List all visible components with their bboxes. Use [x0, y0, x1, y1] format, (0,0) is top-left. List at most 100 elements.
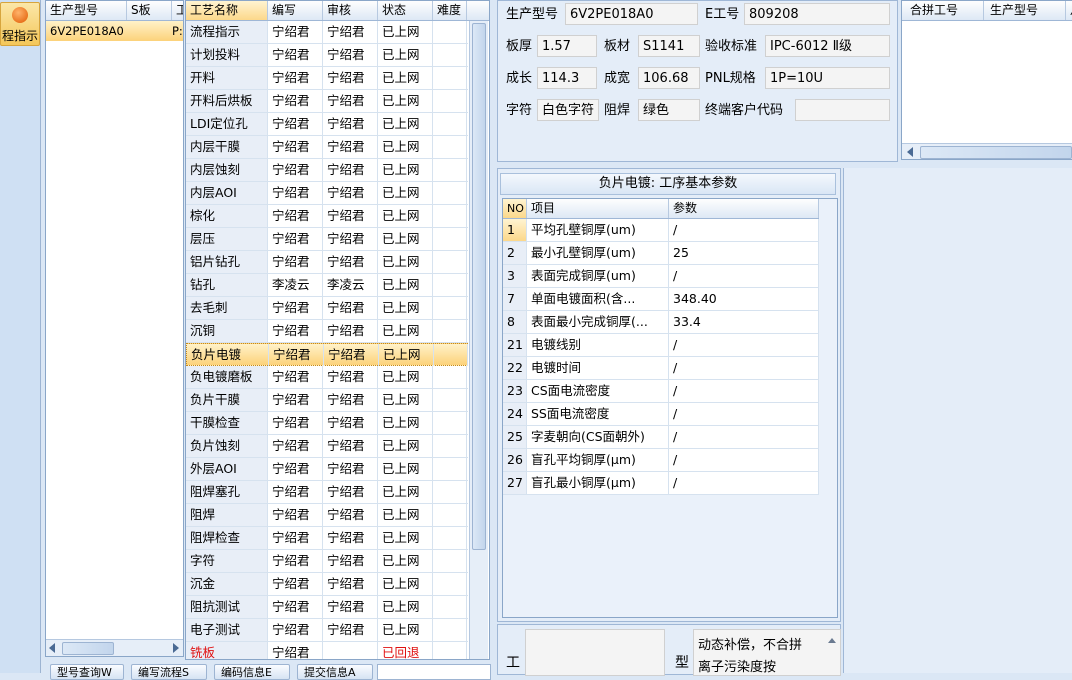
col-status[interactable]: 状态 [378, 1, 433, 20]
process-list-vscroll[interactable] [469, 21, 488, 659]
param-row[interactable]: 3 表面完成铜厚(um) / [503, 265, 819, 288]
process-row[interactable]: 钻孔 李凌云 李凌云 已上网 [186, 274, 468, 297]
process-row[interactable]: 开料后烘板 宁绍君 宁绍君 已上网 [186, 90, 468, 113]
merge-list-hscroll[interactable] [902, 143, 1072, 159]
standard-field[interactable]: IPC-6012 Ⅱ级 [765, 35, 890, 57]
process-row[interactable]: LDI定位孔 宁绍君 宁绍君 已上网 [186, 113, 468, 136]
process-row[interactable]: 干膜检查 宁绍君 宁绍君 已上网 [186, 412, 468, 435]
col-difficulty[interactable]: 难度 [433, 1, 467, 20]
process-cell [433, 228, 467, 250]
scroll-left-icon[interactable] [907, 147, 913, 157]
param-row[interactable]: 7 单面电镀面积(含... 348.40 [503, 288, 819, 311]
model-list-hscroll-thumb[interactable] [62, 642, 114, 655]
col-param[interactable]: 参数 [669, 199, 819, 218]
solder-mask-field[interactable]: 绿色 [638, 99, 700, 121]
col-work[interactable]: 工 [172, 1, 183, 20]
col-author[interactable]: 编写 [268, 1, 323, 20]
col-model[interactable]: 生产型号 [46, 1, 127, 20]
process-row[interactable]: 铝片钻孔 宁绍君 宁绍君 已上网 [186, 251, 468, 274]
process-row[interactable]: 阻焊 宁绍君 宁绍君 已上网 [186, 504, 468, 527]
e-number-field[interactable]: 809208 [744, 3, 890, 25]
process-row[interactable]: 内层干膜 宁绍君 宁绍君 已上网 [186, 136, 468, 159]
process-row[interactable]: 计划投料 宁绍君 宁绍君 已上网 [186, 44, 468, 67]
write-flow-button[interactable]: 编写流程S [131, 664, 207, 680]
model-list-hscroll[interactable] [46, 639, 183, 656]
param-row[interactable]: 2 最小孔壁铜厚(um) 25 [503, 242, 819, 265]
process-cell [433, 297, 467, 319]
process-cell: 外层AOI [186, 458, 268, 480]
col-reviewer[interactable]: 审核 [323, 1, 378, 20]
process-list: 工艺名称 编写 审核 状态 难度 流程指示 宁绍君 宁绍君 已上网 计划投料 宁绍君 宁绍君 已上网 开料… [185, 0, 490, 660]
col-merge-month[interactable]: 月 [1066, 1, 1072, 20]
col-item[interactable]: 项目 [527, 199, 669, 218]
submit-info-button[interactable]: 提交信息A [297, 664, 373, 680]
param-row[interactable]: 26 盲孔平均铜厚(μm) / [503, 449, 819, 472]
col-process-name[interactable]: 工艺名称 [186, 1, 268, 20]
model-query-button[interactable]: 型号查询W [50, 664, 124, 680]
width-field[interactable]: 106.68 [638, 67, 700, 89]
process-row[interactable]: 内层AOI 宁绍君 宁绍君 已上网 [186, 182, 468, 205]
process-row[interactable]: 棕化 宁绍君 宁绍君 已上网 [186, 205, 468, 228]
flow-instruction-button[interactable]: 程指示 [0, 2, 40, 46]
process-cell: 干膜检查 [186, 412, 268, 434]
param-row[interactable]: 24 SS面电流密度 / [503, 403, 819, 426]
process-row[interactable]: 沉铜 宁绍君 宁绍君 已上网 [186, 320, 468, 343]
process-row[interactable]: 沉金 宁绍君 宁绍君 已上网 [186, 573, 468, 596]
material-field[interactable]: S1141 [638, 35, 700, 57]
col-s-board[interactable]: S板 [127, 1, 172, 20]
character-field[interactable]: 白色字符 [537, 99, 599, 121]
bottom-search-input[interactable] [377, 664, 491, 680]
param-row[interactable]: 21 电镀线别 / [503, 334, 819, 357]
pnl-label: PNL规格 [705, 71, 756, 86]
model-field[interactable]: 6V2PE018A0 [565, 3, 698, 25]
process-cell [433, 412, 467, 434]
merge-list-hscroll-thumb[interactable] [920, 146, 1072, 159]
process-row[interactable]: 负片干膜 宁绍君 宁绍君 已上网 [186, 389, 468, 412]
scroll-right-icon[interactable] [173, 643, 179, 653]
process-row[interactable]: 去毛刺 宁绍君 宁绍君 已上网 [186, 297, 468, 320]
param-row[interactable]: 25 字麦朝向(CS面朝外) / [503, 426, 819, 449]
length-field[interactable]: 114.3 [537, 67, 597, 89]
type-label: 型 [675, 655, 689, 671]
process-row[interactable]: 内层蚀刻 宁绍君 宁绍君 已上网 [186, 159, 468, 182]
code-info-button[interactable]: 编码信息E [214, 664, 290, 680]
process-row[interactable]: 层压 宁绍君 宁绍君 已上网 [186, 228, 468, 251]
param-row[interactable]: 27 盲孔最小铜厚(μm) / [503, 472, 819, 495]
col-merge-number[interactable]: 合拼工号 [902, 1, 984, 20]
thickness-field[interactable]: 1.57 [537, 35, 597, 57]
remarks-scroll-up-icon[interactable] [828, 638, 836, 643]
process-cell: 已上网 [378, 297, 433, 319]
param-row[interactable]: 22 电镀时间 / [503, 357, 819, 380]
scroll-left-icon[interactable] [49, 643, 55, 653]
remarks-box[interactable]: 动态补偿，不合拼 离子污染度按 [693, 629, 841, 676]
process-row[interactable]: 电子测试 宁绍君 宁绍君 已上网 [186, 619, 468, 642]
process-row[interactable]: 铣板 宁绍君 已回退 [186, 642, 468, 659]
param-row[interactable]: 1 平均孔壁铜厚(um) / [503, 219, 819, 242]
param-row[interactable]: 23 CS面电流密度 / [503, 380, 819, 403]
process-row[interactable]: 阻抗测试 宁绍君 宁绍君 已上网 [186, 596, 468, 619]
process-row[interactable]: 外层AOI 宁绍君 宁绍君 已上网 [186, 458, 468, 481]
pnl-field[interactable]: 1P=10U [765, 67, 890, 89]
process-row[interactable]: 负片蚀刻 宁绍君 宁绍君 已上网 [186, 435, 468, 458]
process-cell [433, 67, 467, 89]
work-field[interactable] [525, 629, 665, 676]
process-row[interactable]: 负电镀磨板 宁绍君 宁绍君 已上网 [186, 366, 468, 389]
process-row[interactable]: 流程指示 宁绍君 宁绍君 已上网 [186, 21, 468, 44]
process-cell: 宁绍君 [268, 412, 323, 434]
param-row[interactable]: 8 表面最小完成铜厚(... 33.4 [503, 311, 819, 334]
process-row[interactable]: 阻焊检查 宁绍君 宁绍君 已上网 [186, 527, 468, 550]
process-cell [433, 21, 467, 43]
col-merge-model[interactable]: 生产型号 [984, 1, 1066, 20]
process-row[interactable]: 阻焊塞孔 宁绍君 宁绍君 已上网 [186, 481, 468, 504]
model-row[interactable]: 6V2PE018A0 P: [46, 21, 183, 41]
process-cell: 宁绍君 [268, 297, 323, 319]
process-list-vscroll-thumb[interactable] [472, 23, 486, 550]
process-row[interactable]: 负片电镀 宁绍君 宁绍君 已上网 [186, 343, 468, 366]
process-row[interactable]: 字符 宁绍君 宁绍君 已上网 [186, 550, 468, 573]
customer-code-field[interactable] [795, 99, 890, 121]
process-cell [433, 251, 467, 273]
model-list-header: 生产型号 S板 工 [46, 1, 183, 21]
process-cell: 已上网 [379, 344, 434, 366]
process-row[interactable]: 开料 宁绍君 宁绍君 已上网 [186, 67, 468, 90]
col-no[interactable]: NO [503, 199, 527, 218]
